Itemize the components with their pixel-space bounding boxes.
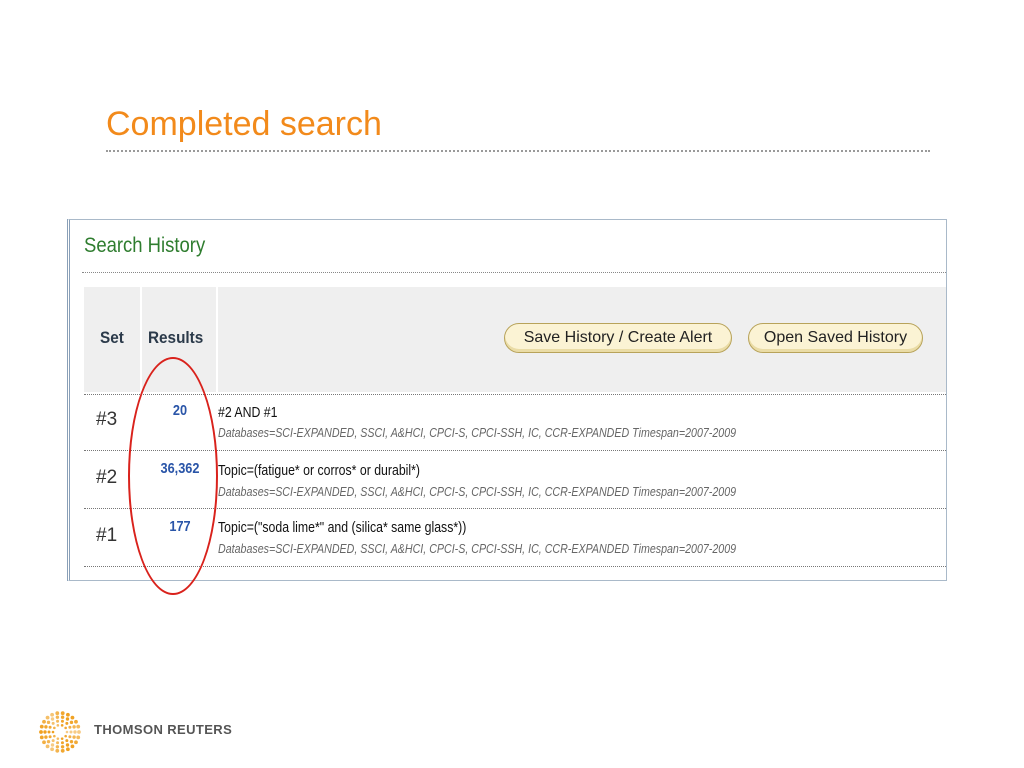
row-query: Topic=(fatigue* or corros* or durabil*)	[218, 462, 421, 479]
column-header-set: Set	[100, 328, 124, 347]
table-row-divider	[84, 394, 946, 395]
save-history-button[interactable]: Save History / Create Alert	[504, 323, 732, 353]
row-databases: Databases=SCI-EXPANDED, SSCI, A&HCI, CPC…	[218, 484, 737, 499]
thomson-reuters-logo-text: THOMSON REUTERS	[94, 722, 233, 737]
row-query: #2 AND #1	[218, 404, 278, 421]
results-highlight-ellipse	[128, 357, 218, 595]
table-row-divider	[84, 566, 946, 567]
row-set-number: #3	[96, 409, 118, 430]
row-query: Topic=("soda lime*" and (silica* same gl…	[218, 519, 467, 536]
thomson-reuters-logo-icon	[39, 711, 81, 753]
row-databases: Databases=SCI-EXPANDED, SSCI, A&HCI, CPC…	[218, 425, 737, 440]
row-set-number: #1	[96, 525, 118, 546]
column-header-results: Results	[148, 328, 204, 347]
row-set-number: #2	[96, 467, 118, 488]
search-history-title: Search History	[84, 234, 206, 257]
header-column-separator	[140, 287, 142, 392]
title-divider	[106, 150, 930, 152]
slide-title: Completed search	[106, 105, 382, 143]
row-databases: Databases=SCI-EXPANDED, SSCI, A&HCI, CPC…	[218, 541, 737, 556]
header-column-separator	[216, 287, 218, 392]
open-saved-history-button[interactable]: Open Saved History	[748, 323, 923, 353]
panel-divider	[82, 272, 946, 273]
